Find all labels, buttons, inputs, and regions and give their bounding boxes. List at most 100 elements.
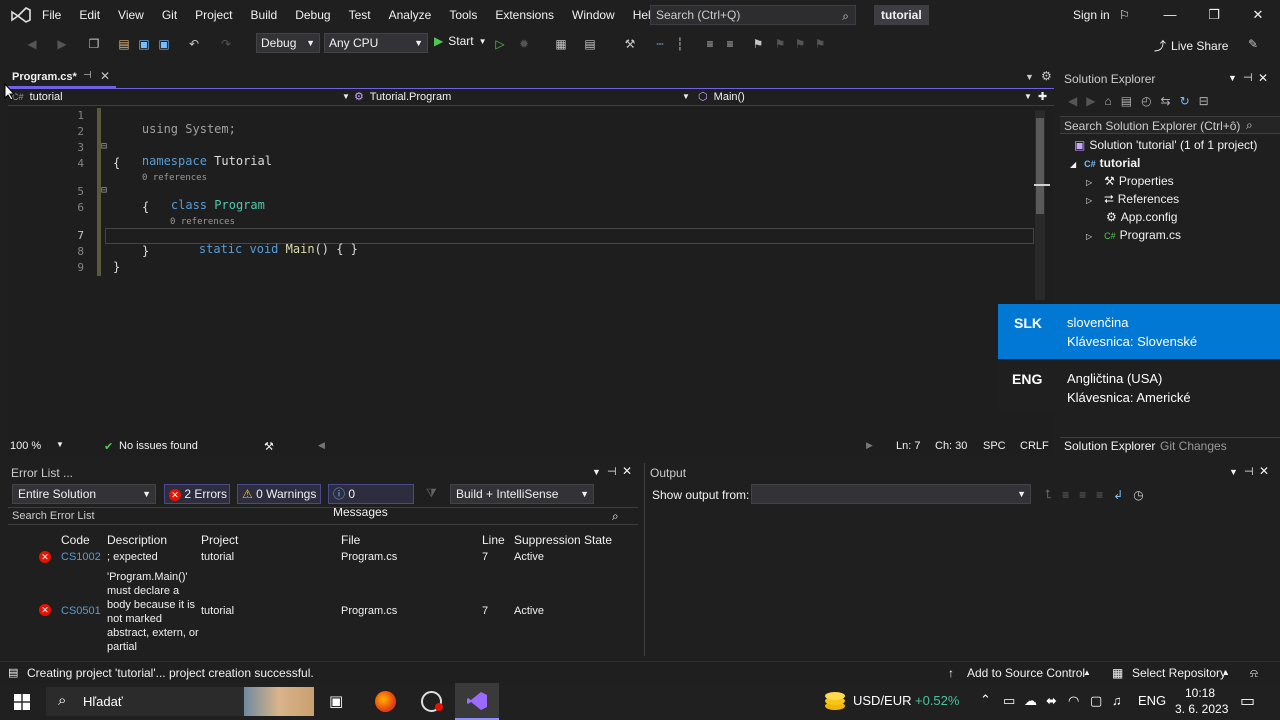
show-hidden-icons-icon[interactable]: ⌃ — [980, 692, 991, 708]
volume-icon[interactable]: ♫ — [1112, 693, 1122, 708]
collapse-all-icon[interactable]: ⊟ — [1199, 94, 1209, 108]
pending-changes-icon[interactable]: ◴ — [1141, 94, 1151, 108]
platform-dropdown[interactable]: Any CPU ▼ — [324, 33, 428, 53]
project-dropdown[interactable]: C# tutorial ▼ — [12, 89, 352, 105]
find-message-icon[interactable]: ⮤ — [1045, 487, 1052, 502]
configuration-dropdown[interactable]: Debug ▼ — [256, 33, 320, 53]
tree-item-project[interactable]: ◢ C# tutorial — [1070, 154, 1140, 172]
panel-menu-icon[interactable]: ▼ — [1228, 73, 1237, 83]
panel-menu-icon[interactable]: ▼ — [592, 467, 601, 477]
bookmark-icon[interactable]: ⚑ — [750, 36, 766, 52]
close-panel-icon[interactable]: ✕ — [1259, 464, 1269, 478]
menu-tools[interactable]: Tools — [440, 0, 486, 30]
navigate-forward-icon[interactable]: ▶ — [54, 36, 70, 52]
issues-status[interactable]: No issues found — [119, 440, 198, 452]
error-code[interactable]: CS0501 — [61, 605, 101, 617]
tree-item-app-config[interactable]: ⚙ App.config — [1106, 208, 1177, 226]
menu-view[interactable]: View — [109, 0, 153, 30]
table-row[interactable]: ✕ CS0501 'Program.Main()' must declare a… — [8, 568, 638, 654]
table-row[interactable]: ✕ CS1002 ; expected tutorial Program.cs … — [8, 550, 638, 567]
feedback-icon[interactable]: ✎ — [1245, 36, 1261, 52]
class-dropdown[interactable]: ⚙ Tutorial.Program ▼ — [354, 89, 692, 105]
switch-views-icon[interactable]: ▤ — [1121, 94, 1132, 108]
column-header-line[interactable]: Line — [482, 533, 505, 547]
open-folder-icon[interactable]: ▤ — [116, 36, 132, 52]
refresh-icon[interactable]: ↻ — [1180, 94, 1190, 108]
code-editor[interactable]: 1 2 3 4 5 6 7 8 9 ⊟ ⊟ using System; name… — [8, 106, 1054, 436]
scroll-right-icon[interactable]: ▶ — [866, 440, 873, 451]
browse-icon[interactable]: ▦ — [553, 36, 569, 52]
tree-item-solution[interactable]: ▣ Solution 'tutorial' (1 of 1 project) — [1074, 136, 1257, 154]
clear-all-icon[interactable]: ≡ — [1096, 488, 1103, 502]
codelens-class-references[interactable]: 0 references — [142, 173, 207, 183]
word-wrap-icon[interactable]: ↲ — [1113, 488, 1123, 502]
menu-file[interactable]: File — [33, 0, 70, 30]
settings-gear-icon[interactable]: ⚙ — [1041, 69, 1052, 83]
member-dropdown[interactable]: ⬡ Main() ▼ — [698, 89, 1034, 105]
search-input[interactable]: Search (Ctrl+Q) ⌕ — [650, 5, 856, 25]
split-editor-icon[interactable]: ✚ — [1038, 89, 1052, 105]
close-window-button[interactable]: ✕ — [1236, 0, 1280, 30]
monitor-icon[interactable]: ▢ — [1090, 693, 1102, 709]
error-search-input[interactable]: Search Error List ⌕ — [8, 507, 638, 525]
speed-app-icon[interactable] — [421, 691, 443, 712]
close-tab-icon[interactable]: ✕ — [100, 69, 110, 83]
tab-git-changes[interactable]: Git Changes — [1160, 439, 1227, 453]
cloud-icon[interactable]: ☁ — [1024, 693, 1037, 709]
menu-git[interactable]: Git — [153, 0, 186, 30]
notifications-icon[interactable]: ⍾ — [1250, 666, 1258, 681]
menu-debug[interactable]: Debug — [286, 0, 339, 30]
minimize-button[interactable]: — — [1148, 0, 1192, 30]
pin-icon[interactable]: ⊣ — [607, 465, 617, 478]
save-all-icon[interactable]: ▣ — [156, 36, 172, 52]
next-bookmark-icon[interactable]: ⚑ — [792, 36, 808, 52]
source-dropdown[interactable]: Build + IntelliSense ▼ — [450, 484, 594, 504]
clock-date[interactable]: 3. 6. 2023 — [1175, 702, 1228, 716]
menu-test[interactable]: Test — [340, 0, 380, 30]
close-panel-icon[interactable]: ✕ — [622, 464, 632, 478]
tree-item-properties[interactable]: ▷ ⚒ Properties — [1086, 172, 1174, 190]
wifi-icon[interactable]: ◠ — [1068, 693, 1079, 709]
pin-icon[interactable]: ⊣ — [1243, 71, 1253, 84]
action-center-icon[interactable]: ▭ — [1240, 691, 1255, 711]
collapse-class-icon[interactable]: ⊟ — [101, 185, 107, 196]
battery-icon[interactable]: ▭ — [1003, 693, 1015, 709]
prev-bookmark-icon[interactable]: ⚑ — [772, 36, 788, 52]
menu-edit[interactable]: Edit — [70, 0, 109, 30]
firefox-icon[interactable] — [375, 691, 396, 712]
solution-search-input[interactable]: Search Solution Explorer (Ctrl+ô) ⌕ — [1060, 116, 1280, 134]
column-header-description[interactable]: Description — [107, 533, 167, 547]
language-option-eng[interactable]: ENG Angličtina (USA) Klávesnica: Americk… — [998, 359, 1280, 412]
menu-analyze[interactable]: Analyze — [380, 0, 441, 30]
select-repository-button[interactable]: Select Repository — [1132, 666, 1226, 680]
step-into-icon[interactable]: ┄ — [652, 36, 668, 52]
column-header-code[interactable]: Code — [61, 533, 90, 547]
tree-item-program-cs[interactable]: ▷ C# Program.cs — [1086, 226, 1181, 244]
clock-time[interactable]: 10:18 — [1185, 686, 1215, 700]
start-without-debugging-icon[interactable]: ▷ — [492, 36, 508, 52]
zoom-level-dropdown[interactable]: 100 % — [10, 440, 41, 452]
home-icon[interactable]: ⌂ — [1104, 94, 1111, 108]
scope-dropdown[interactable]: Entire Solution ▼ — [12, 484, 156, 504]
close-panel-icon[interactable]: ✕ — [1258, 71, 1268, 85]
live-share-button[interactable]: ⤴ Live Share — [1154, 37, 1228, 54]
forward-icon[interactable]: ▶ — [1086, 94, 1095, 108]
redo-icon[interactable]: ↷ — [218, 36, 234, 52]
menu-extensions[interactable]: Extensions — [486, 0, 563, 30]
line-indicator[interactable]: Ln: 7 — [896, 440, 920, 452]
sign-in-button[interactable]: Sign in ⚐ — [1073, 8, 1130, 22]
scroll-left-icon[interactable]: ◀ — [318, 440, 325, 451]
whitespace-indicator[interactable]: SPC — [983, 440, 1006, 452]
column-indicator[interactable]: Ch: 30 — [935, 440, 967, 452]
solution-name-badge[interactable]: tutorial — [874, 5, 929, 25]
language-option-slk[interactable]: SLK slovenčina Klávesnica: Slovenské — [998, 304, 1280, 359]
menu-build[interactable]: Build — [242, 0, 287, 30]
navigate-back-icon[interactable]: ◀ — [24, 36, 40, 52]
line-ending-indicator[interactable]: CRLF — [1020, 440, 1049, 452]
codelens-method-references[interactable]: 0 references — [170, 217, 235, 227]
windows-start-icon[interactable] — [14, 694, 30, 710]
ticker-name[interactable]: USD/EUR — [853, 693, 912, 708]
tab-overflow-icon[interactable]: ▼ — [1025, 72, 1034, 82]
column-header-project[interactable]: Project — [201, 533, 238, 547]
warnings-filter-button[interactable]: ⚠ 0 Warnings — [237, 484, 321, 504]
